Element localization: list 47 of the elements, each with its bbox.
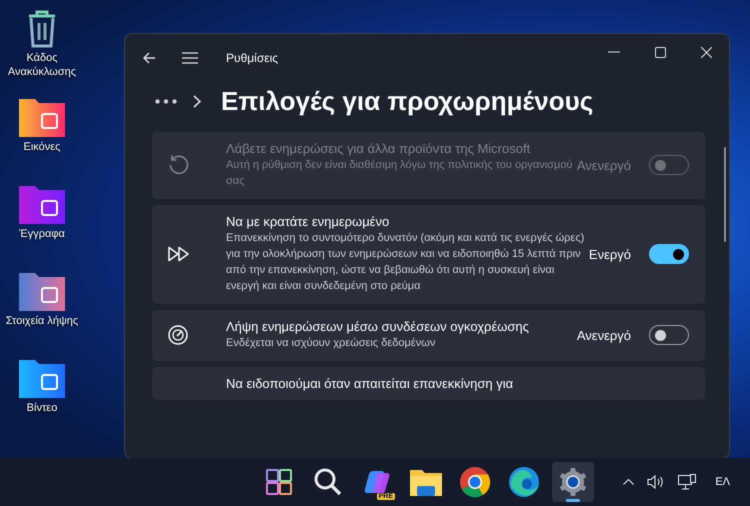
gear-icon bbox=[558, 467, 588, 497]
desktop-icon-label[interactable]: Κάδος Ανακύκλωσης bbox=[0, 52, 84, 80]
speaker-icon[interactable] bbox=[647, 475, 666, 489]
toggle-switch[interactable] bbox=[649, 325, 689, 346]
search-icon bbox=[314, 468, 342, 496]
back-arrow-icon[interactable] bbox=[142, 52, 156, 64]
minimize-icon[interactable] bbox=[608, 51, 620, 53]
toggle-switch[interactable] bbox=[649, 244, 689, 264]
setting-title: Να με κρατάτε ενημερωμένο bbox=[226, 214, 390, 229]
language-indicator[interactable]: ΕΛ bbox=[715, 476, 730, 488]
refresh-icon bbox=[168, 154, 190, 176]
setting-description: Ενδέχεται να ισχύουν χρεώσεις δεδομένων bbox=[226, 336, 436, 351]
toggle-status: Ανενεργό bbox=[576, 328, 631, 343]
setting-title: Λήψη ενημερώσεων μέσω συνδέσεων ογκοχρέωσης bbox=[226, 318, 530, 334]
scrollbar[interactable] bbox=[724, 147, 726, 242]
menu-icon[interactable] bbox=[182, 52, 198, 64]
copilot-icon bbox=[363, 469, 391, 495]
chevron-up-icon[interactable] bbox=[623, 479, 634, 485]
folder-icon[interactable] bbox=[19, 358, 65, 398]
setting-title: Λάβετε ενημερώσεις για άλλα προϊόντα της Microsoft bbox=[226, 141, 532, 156]
toggle-status: Ενεργό bbox=[588, 246, 631, 262]
setting-title: Να ειδοποιούμαι όταν απαιτείται επανεκκίνηση για bbox=[226, 376, 514, 391]
setting-description: Επανεκκίνηση το συντομότερο δυνατόν (ακόμη και κατά τις ενεργές ώρες) για την ολοκλήρωση των ενημερώσεων και να ειδοποιηθώ 15 λεπτά πριν από την επανεκκίνηση, ώστε να βεβαιωθώ ότι αυτή η συσκευή είναι ενεργή και είναι συνδεδεμένη στο ρεύμα bbox=[226, 230, 586, 294]
desktop-icon-label[interactable]: Έγγραφα bbox=[19, 228, 65, 242]
window-title: Ρυθμίσεις bbox=[226, 51, 278, 65]
page-heading: Επιλογές για προχωρημένους bbox=[221, 86, 594, 116]
fast-forward-icon bbox=[168, 246, 190, 262]
recycle-bin-icon[interactable] bbox=[26, 10, 58, 48]
folder-icon[interactable] bbox=[19, 271, 65, 311]
toggle-status: Ανενεργό bbox=[576, 158, 631, 173]
folder-icon[interactable] bbox=[19, 97, 65, 137]
network-icon[interactable] bbox=[678, 474, 696, 490]
edge-icon bbox=[508, 466, 540, 498]
more-dots-icon[interactable] bbox=[155, 98, 177, 104]
folder-icon bbox=[410, 468, 442, 496]
chevron-right-icon bbox=[193, 94, 201, 108]
desktop-icon-label[interactable]: Στοιχεία λήψης bbox=[6, 315, 78, 329]
taskbar-app[interactable] bbox=[552, 462, 594, 502]
setting-description: Αυτή η ρύθμιση δεν είναι διαθέσιμη λόγω της πολιτικής του οργανισμού σας bbox=[226, 158, 574, 189]
desktop-icon-label[interactable]: Βίντεο bbox=[26, 402, 58, 416]
gauge-icon bbox=[168, 325, 188, 346]
close-icon[interactable] bbox=[701, 46, 712, 58]
desktop-icon-label[interactable]: Εικόνες bbox=[24, 141, 60, 155]
maximize-icon[interactable] bbox=[655, 46, 666, 58]
chrome-icon bbox=[459, 466, 491, 498]
folder-icon[interactable] bbox=[19, 184, 65, 224]
start-icon bbox=[266, 469, 292, 495]
